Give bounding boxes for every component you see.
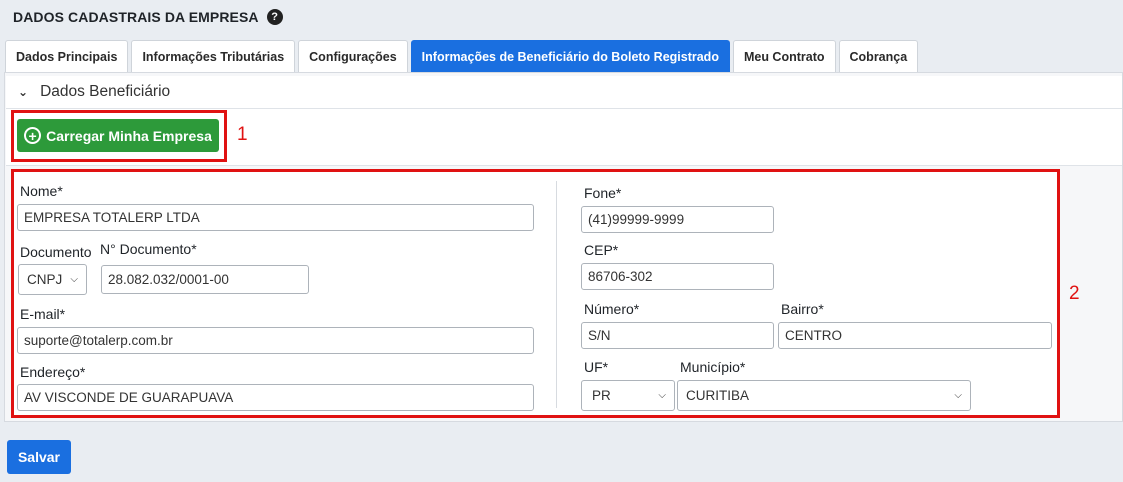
municipio-select[interactable]: CURITIBA ⌵ (677, 380, 971, 411)
tab-configuracoes[interactable]: Configurações (298, 40, 408, 72)
numero-input[interactable]: S/N (581, 322, 774, 349)
documento-value: CNPJ (27, 272, 63, 287)
cep-label: CEP* (584, 242, 619, 258)
numero-documento-input[interactable]: 28.082.032/0001-00 (101, 265, 309, 294)
numero-documento-value: 28.082.032/0001-00 (108, 272, 229, 287)
bairro-input[interactable]: CENTRO (778, 322, 1052, 349)
plus-circle-icon: + (24, 127, 42, 144)
chevron-down-icon: ⌵ (954, 390, 962, 401)
endereco-input[interactable]: AV VISCONDE DE GUARAPUAVA (17, 384, 534, 411)
numero-label: Número* (584, 301, 640, 317)
page-title-text: DADOS CADASTRAIS DA EMPRESA (13, 9, 259, 25)
load-company-button[interactable]: + Carregar Minha Empresa (17, 119, 219, 152)
cep-input[interactable]: 86706-302 (581, 263, 774, 290)
numero-documento-label: N° Documento* (100, 241, 197, 257)
fone-value: (41)99999-9999 (588, 212, 685, 227)
tab-beneficiario-boleto[interactable]: Informações de Beneficiário do Boleto Re… (410, 40, 730, 72)
nome-value: EMPRESA TOTALERP LTDA (24, 210, 200, 225)
tab-cobranca[interactable]: Cobrança (838, 40, 919, 72)
callout-2: 2 (1069, 283, 1080, 304)
bairro-label: Bairro* (781, 301, 824, 317)
tab-dados-principais[interactable]: Dados Principais (5, 40, 129, 72)
uf-select[interactable]: PR ⌵ (581, 380, 675, 411)
chevron-down-icon: ⌵ (70, 274, 78, 285)
nome-label: Nome* (20, 183, 63, 199)
tab-informacoes-tributarias[interactable]: Informações Tributárias (131, 40, 296, 72)
tab-meu-contrato[interactable]: Meu Contrato (732, 40, 836, 72)
uf-label: UF* (584, 359, 609, 375)
accordion-header[interactable]: ⌄ Dados Beneficiário (6, 76, 1122, 109)
email-value: suporte@totalerp.com.br (24, 333, 173, 348)
numero-value: S/N (588, 328, 611, 343)
column-divider (556, 181, 557, 408)
bairro-value: CENTRO (785, 328, 842, 343)
email-label: E-mail* (20, 306, 66, 322)
cep-value: 86706-302 (588, 269, 653, 284)
endereco-value: AV VISCONDE DE GUARAPUAVA (24, 390, 234, 405)
help-icon[interactable]: ? (266, 9, 283, 25)
section-title: Dados Beneficiário (40, 83, 171, 100)
callout-1: 1 (237, 124, 248, 145)
endereco-label: Endereço* (20, 364, 86, 380)
tab-bar: Dados Principais Informações Tributárias… (5, 40, 919, 72)
chevron-down-icon: ⌄ (18, 85, 29, 99)
email-input[interactable]: suporte@totalerp.com.br (17, 327, 534, 354)
fone-label: Fone* (584, 185, 622, 201)
chevron-down-icon: ⌵ (658, 390, 666, 401)
save-button[interactable]: Salvar (7, 440, 71, 474)
documento-select[interactable]: CNPJ ⌵ (18, 264, 87, 295)
documento-label: Documento (20, 244, 92, 260)
nome-input[interactable]: EMPRESA TOTALERP LTDA (17, 204, 534, 231)
load-company-label: Carregar Minha Empresa (46, 127, 212, 144)
municipio-value: CURITIBA (686, 388, 750, 403)
fone-input[interactable]: (41)99999-9999 (581, 206, 774, 233)
page-title: DADOS CADASTRAIS DA EMPRESA ? (13, 9, 283, 25)
uf-value: PR (592, 388, 611, 403)
municipio-label: Município* (680, 359, 746, 375)
